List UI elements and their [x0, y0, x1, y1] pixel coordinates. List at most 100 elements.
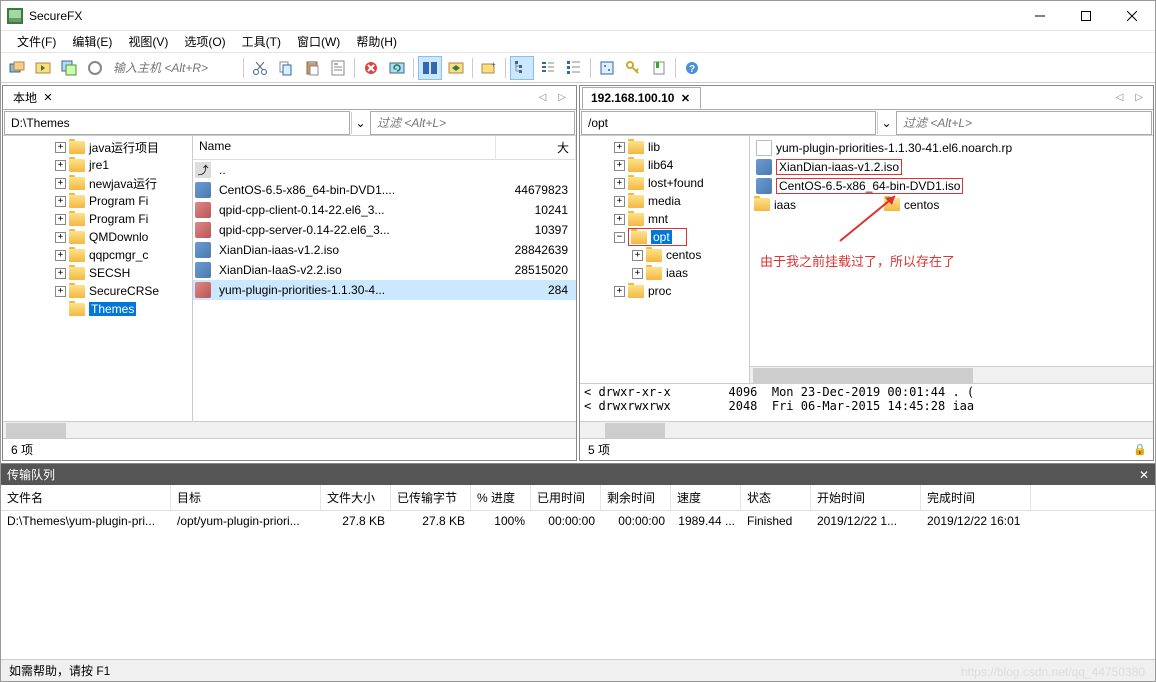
tree-toggle-icon[interactable]: +	[55, 160, 66, 171]
tab-next-icon[interactable]: ▷	[554, 90, 570, 105]
properties-icon[interactable]	[326, 56, 350, 80]
options-icon[interactable]	[595, 56, 619, 80]
tab-prev-icon[interactable]: ◁	[1112, 90, 1128, 105]
tree-item[interactable]: +media	[580, 192, 749, 210]
tree-item[interactable]: +SECSH	[3, 264, 192, 282]
newfolder-icon[interactable]: +	[477, 56, 501, 80]
session-btn[interactable]	[5, 56, 29, 80]
file-item[interactable]: centos	[882, 195, 941, 214]
bookmark-icon[interactable]	[647, 56, 671, 80]
remote-tree[interactable]: +lib+lib64+lost+found+media+mnt−opt+cent…	[580, 136, 750, 383]
file-item[interactable]: iaas	[752, 195, 882, 214]
help-icon[interactable]: ?	[680, 56, 704, 80]
queue-col[interactable]: 已用时间	[531, 485, 601, 510]
queue-col[interactable]: 状态	[741, 485, 811, 510]
tree-toggle-icon[interactable]: +	[55, 196, 66, 207]
minimize-button[interactable]	[1017, 1, 1063, 31]
detail-view-icon[interactable]	[562, 56, 586, 80]
tree-item[interactable]: +lost+found	[580, 174, 749, 192]
reconnect-btn[interactable]	[57, 56, 81, 80]
tab-prev-icon[interactable]: ◁	[535, 90, 551, 105]
tree-toggle-icon[interactable]: +	[55, 142, 66, 153]
local-tree[interactable]: +java运行项目+jre1+newjava运行+Program Fi+Prog…	[3, 136, 193, 421]
menu-tools[interactable]: 工具(T)	[234, 31, 289, 52]
remote-path-input[interactable]	[581, 111, 876, 135]
remote-filter-input[interactable]	[896, 111, 1152, 135]
menu-edit[interactable]: 编辑(E)	[64, 31, 120, 52]
paste-icon[interactable]	[300, 56, 324, 80]
menu-window[interactable]: 窗口(W)	[289, 31, 348, 52]
file-row[interactable]: CentOS-6.5-x86_64-bin-DVD1....44679823	[193, 180, 576, 200]
file-row[interactable]: qpid-cpp-server-0.14-22.el6_3...10397	[193, 220, 576, 240]
queue-col[interactable]: 文件名	[1, 485, 171, 510]
key-icon[interactable]	[621, 56, 645, 80]
tree-toggle-icon[interactable]: +	[55, 214, 66, 225]
menu-help[interactable]: 帮助(H)	[348, 31, 405, 52]
tree-toggle-icon[interactable]: +	[55, 232, 66, 243]
close-button[interactable]	[1109, 1, 1155, 31]
tree-toggle-icon[interactable]: +	[55, 286, 66, 297]
tree-view-icon[interactable]	[510, 56, 534, 80]
menu-file[interactable]: 文件(F)	[9, 31, 64, 52]
tree-toggle-icon[interactable]: +	[632, 250, 643, 261]
tree-item[interactable]: +java运行项目	[3, 138, 192, 156]
tree-toggle-icon[interactable]: +	[55, 268, 66, 279]
tree-toggle-icon[interactable]: +	[614, 286, 625, 297]
queue-col[interactable]: 速度	[671, 485, 741, 510]
tree-item[interactable]: Themes	[3, 300, 192, 318]
tree-item[interactable]: +QMDownlo	[3, 228, 192, 246]
tree-toggle-icon[interactable]: +	[614, 160, 625, 171]
file-row[interactable]: XianDian-iaas-v1.2.iso28842639	[193, 240, 576, 260]
tree-item[interactable]: +qqpcmgr_c	[3, 246, 192, 264]
quickconnect-btn[interactable]	[31, 56, 55, 80]
queue-col[interactable]: 剩余时间	[601, 485, 671, 510]
tree-item[interactable]: +proc	[580, 282, 749, 300]
tree-item[interactable]: −opt	[580, 228, 749, 246]
list-view-icon[interactable]	[536, 56, 560, 80]
tree-toggle-icon[interactable]: +	[55, 250, 66, 261]
tree-item[interactable]: +lib64	[580, 156, 749, 174]
remote-file-list[interactable]: yum-plugin-priorities-1.1.30-41.el6.noar…	[750, 136, 1153, 383]
file-row[interactable]: qpid-cpp-client-0.14-22.el6_3...10241	[193, 200, 576, 220]
tree-item[interactable]: +mnt	[580, 210, 749, 228]
tree-item[interactable]: +Program Fi	[3, 210, 192, 228]
tree-toggle-icon[interactable]: +	[632, 268, 643, 279]
queue-columns[interactable]: 文件名目标文件大小已传输字节% 进度已用时间剩余时间速度状态开始时间完成时间	[1, 485, 1155, 511]
tab-next-icon[interactable]: ▷	[1131, 90, 1147, 105]
refresh-icon[interactable]	[385, 56, 409, 80]
menu-options[interactable]: 选项(O)	[176, 31, 233, 52]
queue-close-icon[interactable]: ✕	[1139, 468, 1149, 482]
tree-toggle-icon[interactable]: +	[614, 196, 625, 207]
tree-toggle-icon[interactable]	[55, 304, 66, 315]
panes-icon[interactable]	[418, 56, 442, 80]
tree-item[interactable]: +iaas	[580, 264, 749, 282]
file-item[interactable]: XianDian-iaas-v1.2.iso	[752, 157, 1151, 176]
tree-item[interactable]: +SecureCRSe	[3, 282, 192, 300]
menu-view[interactable]: 视图(V)	[120, 31, 176, 52]
local-tab[interactable]: 本地 ✕	[5, 86, 63, 109]
local-path-input[interactable]	[4, 111, 350, 135]
copy-icon[interactable]	[274, 56, 298, 80]
queue-col[interactable]: 已传输字节	[391, 485, 471, 510]
file-row[interactable]: XianDian-IaaS-v2.2.iso28515020	[193, 260, 576, 280]
tree-item[interactable]: +lib	[580, 138, 749, 156]
local-file-list[interactable]: Name 大 ⤴..CentOS-6.5-x86_64-bin-DVD1....…	[193, 136, 576, 421]
host-input[interactable]	[109, 58, 239, 78]
queue-col[interactable]: % 进度	[471, 485, 531, 510]
tree-item[interactable]: +jre1	[3, 156, 192, 174]
queue-col[interactable]: 文件大小	[321, 485, 391, 510]
tree-toggle-icon[interactable]: +	[614, 214, 625, 225]
tree-item[interactable]: +Program Fi	[3, 192, 192, 210]
col-size[interactable]: 大	[496, 136, 576, 159]
queue-col[interactable]: 目标	[171, 485, 321, 510]
maximize-button[interactable]	[1063, 1, 1109, 31]
col-name[interactable]: Name	[193, 136, 496, 159]
queue-col[interactable]: 完成时间	[921, 485, 1031, 510]
delete-icon[interactable]	[359, 56, 383, 80]
cut-icon[interactable]	[248, 56, 272, 80]
tree-toggle-icon[interactable]: −	[614, 232, 625, 243]
file-item[interactable]: yum-plugin-priorities-1.1.30-41.el6.noar…	[752, 138, 1151, 157]
path-dropdown-icon[interactable]: ⌄	[351, 112, 369, 134]
tree-item[interactable]: +newjava运行	[3, 174, 192, 192]
tree-toggle-icon[interactable]: +	[614, 178, 625, 189]
